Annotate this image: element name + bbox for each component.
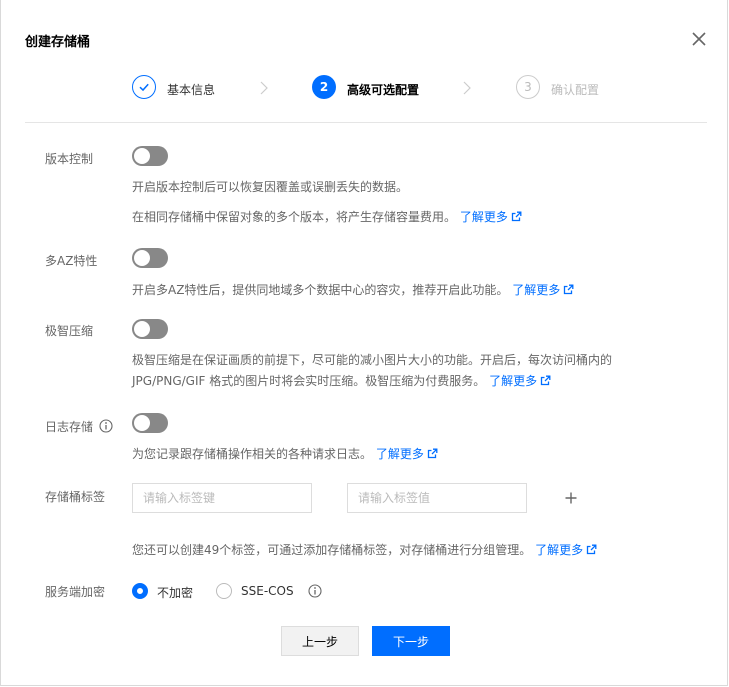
close-icon[interactable] — [687, 27, 711, 51]
versioning-desc-2: 在相同存储桶中保留对象的多个版本，将产生存储容量费用。 了解更多 — [132, 207, 522, 227]
prev-button[interactable]: 上一步 — [281, 626, 359, 656]
step-1-label: 基本信息 — [167, 83, 216, 97]
versioning-desc-1: 开启版本控制后可以恢复因覆盖或误删丢失的数据。 — [132, 180, 409, 194]
logging-label: 日志存储 — [45, 420, 94, 434]
tags-learn-more-link[interactable]: 了解更多 — [535, 543, 597, 557]
multi-az-label: 多AZ特性 — [45, 254, 98, 268]
encryption-label: 服务端加密 — [45, 585, 106, 599]
compression-toggle[interactable] — [132, 319, 168, 339]
logging-desc: 为您记录跟存储桶操作相关的各种请求日志。 了解更多 — [132, 444, 438, 464]
radio-sse-cos-label[interactable]: SSE-COS — [241, 584, 294, 598]
tag-key-input[interactable] — [132, 483, 312, 513]
chevron-right-icon — [260, 81, 268, 95]
step-1-circle — [132, 75, 156, 99]
info-icon[interactable] — [99, 419, 113, 433]
info-icon[interactable] — [308, 584, 322, 598]
logging-learn-more-link[interactable]: 了解更多 — [376, 447, 438, 461]
step-3-circle: 3 — [516, 75, 540, 99]
external-link-icon — [511, 211, 522, 222]
tag-value-input[interactable] — [347, 483, 527, 513]
versioning-label: 版本控制 — [45, 152, 94, 166]
external-link-icon — [586, 544, 597, 555]
step-2-circle: 2 — [312, 75, 336, 99]
dialog-title: 创建存储桶 — [25, 35, 91, 50]
external-link-icon — [540, 375, 551, 386]
tags-desc: 您还可以创建49个标签，可通过添加存储桶标签，对存储桶进行分组管理。 了解更多 — [132, 540, 597, 560]
step-2-label: 高级可选配置 — [347, 83, 420, 97]
compression-desc-1: 极智压缩是在保证画质的前提下，尽可能的减小图片大小的功能。开启后，每次访问桶内的 — [132, 353, 613, 367]
plus-icon[interactable] — [562, 489, 580, 507]
create-bucket-dialog: 创建存储桶 基本信息 2 高级可选配置 3 确认配置 版本控制 开启版本控制后可… — [0, 0, 728, 686]
header-divider — [25, 122, 707, 123]
versioning-toggle[interactable] — [132, 146, 168, 166]
tags-label: 存储桶标签 — [45, 490, 106, 504]
multi-az-desc: 开启多AZ特性后，提供同地域多个数据中心的容灾，推荐开启此功能。 了解更多 — [132, 280, 574, 300]
step-3-label: 确认配置 — [551, 83, 600, 97]
radio-sse-cos[interactable] — [216, 583, 232, 599]
external-link-icon — [564, 284, 574, 295]
logging-toggle[interactable] — [132, 413, 168, 433]
radio-no-encryption-label[interactable]: 不加密 — [157, 584, 193, 601]
step-indicator: 基本信息 2 高级可选配置 3 确认配置 — [1, 74, 729, 102]
versioning-learn-more-link[interactable]: 了解更多 — [460, 210, 522, 224]
next-button[interactable]: 下一步 — [372, 626, 450, 656]
compression-desc-2: JPG/PNG/GIF 格式的图片时将会实时压缩。极智压缩为付费服务。 了解更多 — [132, 371, 551, 391]
multi-az-learn-more-link[interactable]: 了解更多 — [512, 283, 574, 297]
radio-no-encryption[interactable] — [132, 583, 148, 599]
check-icon — [139, 83, 149, 92]
multi-az-toggle[interactable] — [132, 248, 168, 268]
chevron-right-icon — [463, 81, 471, 95]
compression-label: 极智压缩 — [45, 324, 94, 338]
external-link-icon — [427, 448, 438, 459]
compression-learn-more-link[interactable]: 了解更多 — [489, 374, 551, 388]
